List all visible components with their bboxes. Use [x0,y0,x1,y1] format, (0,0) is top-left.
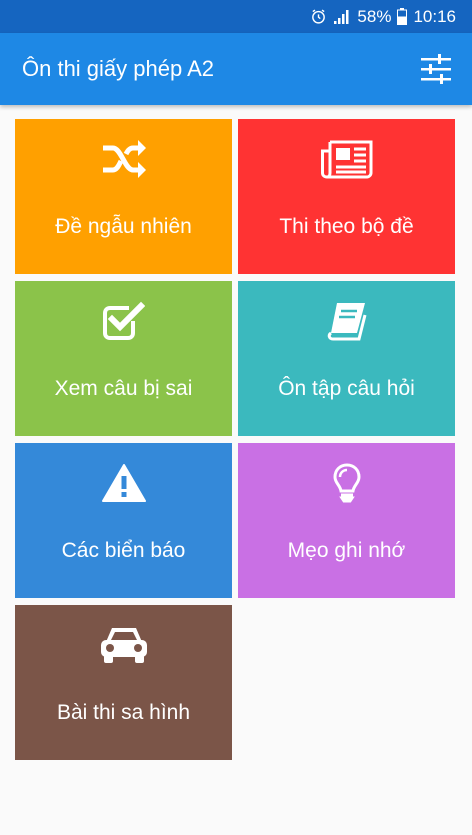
alarm-icon [310,8,327,25]
tile-wrong-answers[interactable]: Xem câu bị sai [15,281,232,436]
tile-random-test[interactable]: Đề ngẫu nhiên [15,119,232,274]
lightbulb-icon [238,463,455,503]
tile-driving-course[interactable]: Bài thi sa hình [15,605,232,760]
tile-label: Thi theo bộ đề [279,215,414,238]
battery-icon [397,8,408,25]
tile-memory-tips[interactable]: Mẹo ghi nhớ [238,443,455,598]
tile-review-questions[interactable]: Ôn tập câu hỏi [238,281,455,436]
book-icon [238,301,455,341]
settings-button[interactable] [416,49,456,89]
tile-test-by-set[interactable]: Thi theo bộ đề [238,119,455,274]
signal-icon [333,9,351,25]
tile-label: Đề ngẫu nhiên [55,215,192,238]
warning-icon [15,463,232,503]
tile-label: Bài thi sa hình [56,701,191,724]
battery-percent: 58% [357,6,392,26]
settings-sliders-icon [421,54,451,84]
checkbox-icon [15,301,232,341]
clock: 10:16 [413,6,456,26]
tile-label: Ôn tập câu hỏi [278,377,415,400]
tile-label: Mẹo ghi nhớ [287,539,406,562]
car-icon [15,625,232,665]
tile-label: Các biển báo [61,539,186,562]
tile-traffic-signs[interactable]: Các biển báo [15,443,232,598]
newspaper-icon [238,139,455,179]
shuffle-icon [15,139,232,179]
app-bar: Ôn thi giấy phép A2 [0,33,472,105]
tile-label: Xem câu bị sai [54,377,193,400]
status-bar: 58% 10:16 [0,0,472,33]
app-title: Ôn thi giấy phép A2 [22,56,215,81]
